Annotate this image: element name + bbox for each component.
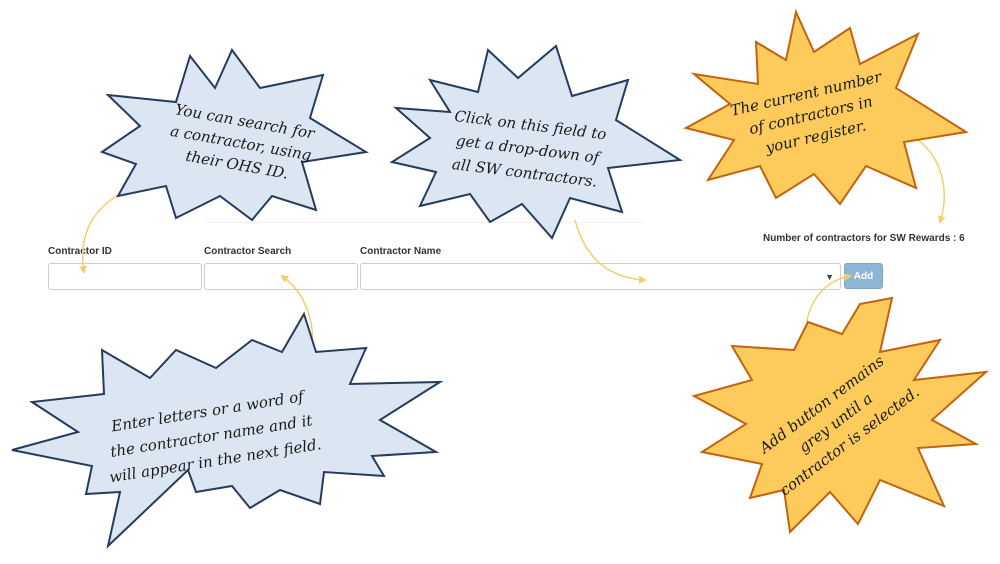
arrow-to-count: [917, 139, 946, 224]
callout-layer: You can search for a contractor, using t…: [11, 8, 990, 549]
arrow-to-id-field: [79, 187, 133, 274]
arrow-to-name-field: [574, 219, 647, 284]
